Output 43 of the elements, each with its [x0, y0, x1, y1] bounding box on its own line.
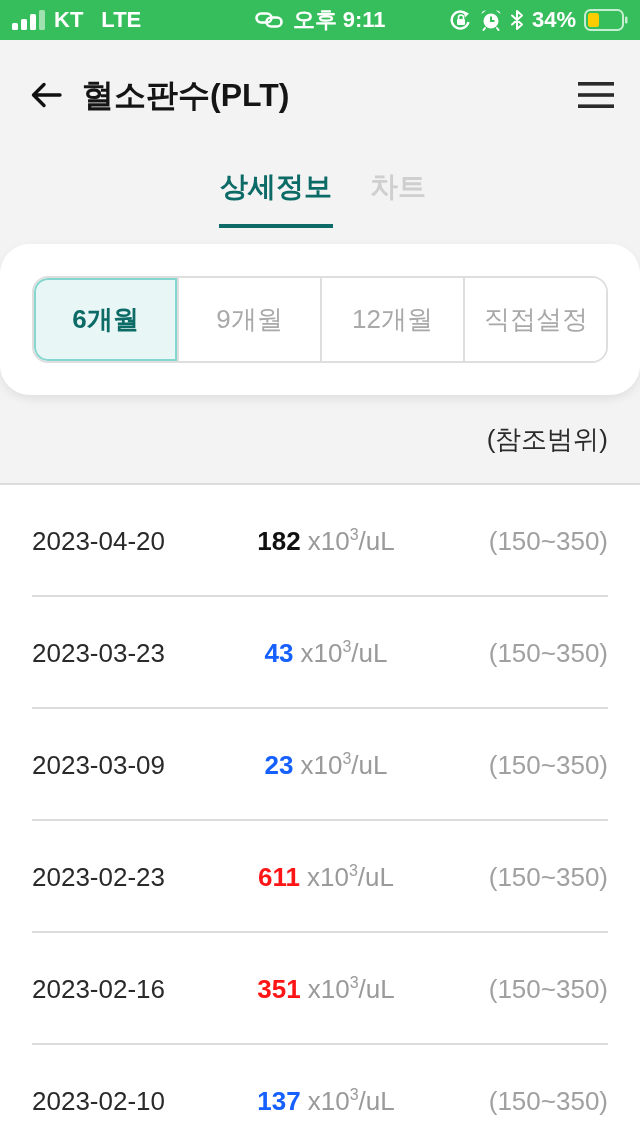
- result-date: 2023-02-23: [32, 861, 165, 893]
- result-value: 182: [257, 525, 301, 557]
- result-value: 611: [258, 861, 300, 893]
- link-icon: [254, 12, 283, 28]
- tab[interactable]: 상세정보: [219, 150, 333, 228]
- rotation-lock-icon: [449, 9, 472, 31]
- result-date: 2023-03-09: [32, 749, 165, 781]
- clock-time: 오후 9:11: [292, 7, 386, 33]
- alarm-clock-icon: [479, 9, 502, 31]
- result-date: 2023-03-23: [32, 637, 165, 669]
- network-type: LTE: [101, 7, 142, 33]
- result-unit: x10$^{3}$/uL: [300, 749, 388, 781]
- result-value: 43: [264, 637, 294, 669]
- menu-icon: [578, 82, 614, 108]
- bluetooth-icon: [509, 9, 524, 31]
- reference-range: (150~350): [488, 1085, 608, 1117]
- reference-range: (150~350): [488, 973, 608, 1005]
- result-value: 23: [264, 749, 294, 781]
- signal-icon: [12, 10, 46, 30]
- result-unit: x10$^{3}$/uL: [307, 1085, 395, 1117]
- battery-icon: [584, 9, 628, 31]
- result-unit: x10$^{3}$/uL: [307, 973, 395, 1005]
- battery-percent: 34%: [531, 7, 576, 33]
- reference-range: (150~350): [488, 749, 608, 781]
- reference-range: (150~350): [488, 525, 608, 557]
- back-arrow-icon: [30, 81, 62, 109]
- result-unit: x10$^{3}$/uL: [300, 637, 388, 669]
- result-value: 137: [257, 1085, 301, 1117]
- menu-button[interactable]: [578, 82, 614, 108]
- reference-range: (150~350): [488, 861, 608, 893]
- reference-range-label: (참조범위): [486, 422, 608, 456]
- result-date: 2023-02-10: [32, 1085, 165, 1117]
- result-date: 2023-02-16: [32, 973, 165, 1005]
- result-unit: x10$^{3}$/uL: [307, 861, 394, 893]
- page-title: 혈소판수(PLT): [82, 76, 290, 115]
- carrier-name: KT: [54, 7, 84, 33]
- reference-range: (150~350): [488, 637, 608, 669]
- period-option[interactable]: 6개월: [34, 278, 177, 361]
- result-date: 2023-04-20: [32, 525, 165, 557]
- period-option[interactable]: 직접설정: [463, 278, 606, 361]
- back-button[interactable]: [30, 81, 62, 109]
- result-unit: x10$^{3}$/uL: [307, 525, 395, 557]
- result-value: 351: [257, 973, 301, 1005]
